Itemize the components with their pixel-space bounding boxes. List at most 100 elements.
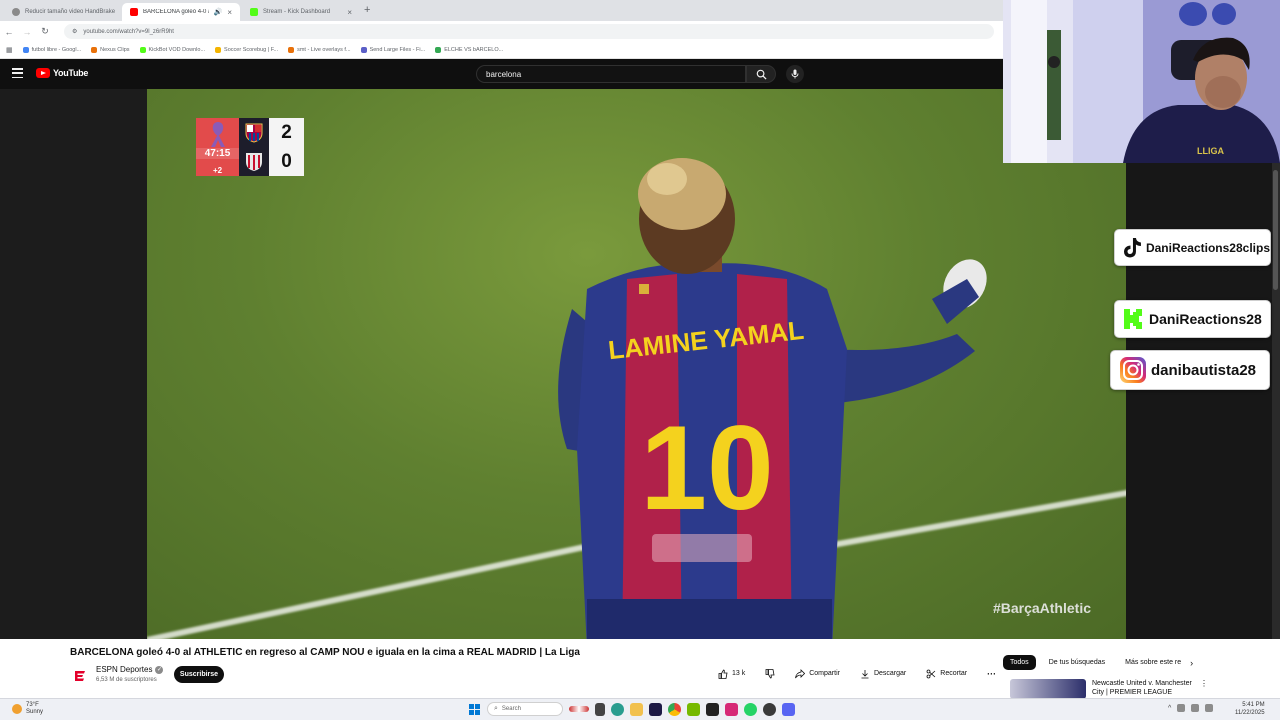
more-actions-button[interactable]: ··· [983, 665, 1000, 682]
chip-from-searches[interactable]: De tus búsquedas [1042, 655, 1112, 670]
subscribe-button[interactable]: Suscribirse [174, 666, 224, 683]
bookmark-label: futbol libre - Googl... [31, 47, 82, 53]
kick-favicon-icon [250, 8, 258, 16]
bookmark-favicon-icon [91, 47, 98, 53]
taskbar-apps: ⌕ Search [468, 702, 795, 716]
new-tab-button[interactable]: + [364, 4, 370, 16]
bookmark-item[interactable]: smt - Live overlays f... [288, 47, 351, 53]
taskbar-search[interactable]: ⌕ Search [487, 702, 563, 716]
instagram-handle: danibautista28 [1151, 361, 1257, 379]
video-actions: 13 k Compartir Descargar Recortar ··· [714, 665, 1000, 682]
bookmark-item[interactable]: Soccer Scorebug | F... [215, 47, 278, 53]
subscriber-count: 6,53 M de suscriptores [96, 677, 157, 683]
bookmark-item[interactable]: Send Large Files - Fi... [360, 47, 425, 53]
menu-icon[interactable] [12, 68, 23, 78]
bookmark-item[interactable]: Nexus Clips [91, 47, 130, 53]
adobe-app-icon[interactable] [649, 702, 662, 716]
whatsapp-icon[interactable] [744, 702, 757, 716]
search-button[interactable] [746, 65, 776, 83]
chevron-right-icon[interactable]: › [1190, 658, 1193, 668]
dislike-button[interactable] [761, 665, 779, 682]
bookmark-item[interactable]: futbol libre - Googl... [22, 47, 82, 53]
share-button[interactable]: Compartir [791, 665, 844, 682]
video-hashtag: #BarçaAthletic [992, 600, 1091, 616]
bookmark-favicon-icon [360, 47, 367, 53]
file-explorer-icon[interactable] [630, 702, 643, 716]
scrollbar-thumb[interactable] [1273, 170, 1278, 290]
url-field[interactable]: ⚙ youtube.com/watch?v=9l_z6rR9ht [64, 24, 994, 39]
video-player[interactable]: LAMINE YAMAL 10 47:15 +2 2 0 #BarçaAthle… [147, 89, 1126, 639]
discord-icon[interactable] [782, 702, 795, 716]
webcam-overlay: LLIGA [1003, 0, 1280, 163]
clip-label: Recortar [940, 670, 968, 677]
download-button[interactable]: Descargar [856, 665, 910, 682]
youtube-logo[interactable]: YouTube [36, 68, 88, 78]
taskbar-clock[interactable]: 5:41 PM 11/22/2025 [1235, 701, 1265, 717]
nvidia-icon[interactable] [687, 702, 700, 716]
browser-tab-handbrake[interactable]: Reducir tamaño video HandBrake × [4, 3, 120, 21]
barcelona-crest-icon [245, 123, 263, 143]
tab-title: Stream - Kick Dashboard [263, 9, 331, 15]
task-view-icon[interactable] [595, 702, 605, 716]
volume-icon[interactable] [1191, 704, 1200, 712]
network-icon[interactable] [1177, 704, 1186, 712]
apps-grid-icon[interactable]: ▦ [6, 46, 13, 54]
recommended-title[interactable]: Newcastle United v. Manchester City | PR… [1092, 679, 1194, 697]
microphone-icon [791, 69, 799, 79]
battery-icon[interactable] [1205, 704, 1214, 712]
scorebug-clock-panel: 47:15 +2 [196, 118, 239, 176]
share-icon [795, 668, 806, 678]
taskbar-search-placeholder: Search [501, 706, 521, 712]
channel-avatar[interactable] [73, 669, 87, 683]
added-time: +2 [212, 166, 223, 175]
game-app-icon[interactable] [569, 706, 589, 712]
bookmarks-bar: ▦ futbol libre - Googl... Nexus Clips Ki… [0, 42, 1003, 59]
audio-playing-icon[interactable]: 🔊 [214, 8, 223, 16]
like-count: 13 k [732, 670, 746, 677]
back-icon[interactable]: ← [0, 27, 18, 37]
like-button[interactable]: 13 k [714, 665, 749, 682]
scorebug-crests [239, 118, 269, 176]
recommendation-chips: Todos De tus búsquedas Más sobre este re… [1003, 655, 1193, 670]
tiktok-icon [1123, 237, 1141, 257]
chip-all[interactable]: Todos [1003, 655, 1036, 670]
instagram-icon [1120, 357, 1146, 383]
chip-more-from[interactable]: Más sobre este re [1118, 655, 1184, 670]
athletic-crest-icon [246, 152, 262, 171]
bookmark-label: Soccer Scorebug | F... [224, 47, 279, 53]
cmd-icon[interactable] [706, 702, 719, 716]
bookmark-item[interactable]: ELCHE VS bARCELO... [435, 47, 503, 53]
chrome-icon[interactable] [668, 702, 681, 716]
channel-name-row[interactable]: ESPN Deportes ✓ [96, 665, 164, 674]
youtube-logo-text: YouTube [53, 68, 89, 78]
forward-icon[interactable]: → [18, 27, 36, 37]
kick-icon [1124, 309, 1142, 329]
windows-start-icon[interactable] [468, 703, 481, 716]
bookmark-item[interactable]: KickBot VOD Downlo... [139, 47, 205, 53]
search-input[interactable]: barcelona [476, 65, 746, 83]
instagram-app-icon[interactable] [725, 702, 738, 716]
recommended-thumbnail[interactable] [1010, 679, 1086, 699]
voice-search-button[interactable] [786, 65, 804, 83]
tiktok-handle: DaniReactions28clips [1145, 240, 1270, 255]
channel-name[interactable]: ESPN Deportes [96, 665, 152, 674]
video-info-section: BARCELONA goleó 4-0 al ATHLETIC en regre… [0, 639, 1280, 699]
browser-tab-kick[interactable]: Stream - Kick Dashboard × [242, 3, 360, 21]
kebab-menu-icon[interactable]: ⋮ [1200, 679, 1208, 688]
youtube-play-icon [36, 68, 50, 78]
obs-icon[interactable] [763, 702, 776, 716]
tab-title: Reducir tamaño video HandBrake [25, 9, 116, 15]
close-tab-icon[interactable]: × [227, 8, 232, 17]
clip-button[interactable]: Recortar [922, 665, 971, 682]
recommended-video[interactable]: Newcastle United v. Manchester City | PR… [1010, 679, 1208, 699]
browser-tab-youtube[interactable]: BARCELONA goleó 4-0 al ATHLETIC 🔊 × [122, 3, 240, 21]
tray-chevron-icon[interactable]: ^ [1168, 705, 1171, 712]
site-info-icon[interactable]: ⚙ [72, 28, 77, 35]
close-tab-icon[interactable]: × [347, 8, 352, 17]
weather-widget[interactable]: 73°F Sunny [12, 702, 43, 716]
edge-icon[interactable] [611, 702, 624, 716]
bookmark-favicon-icon [139, 47, 146, 53]
reload-icon[interactable]: ↻ [36, 26, 54, 37]
bookmark-label: smt - Live overlays f... [297, 47, 351, 53]
streamer-webcam-image: LLIGA [1003, 0, 1280, 163]
